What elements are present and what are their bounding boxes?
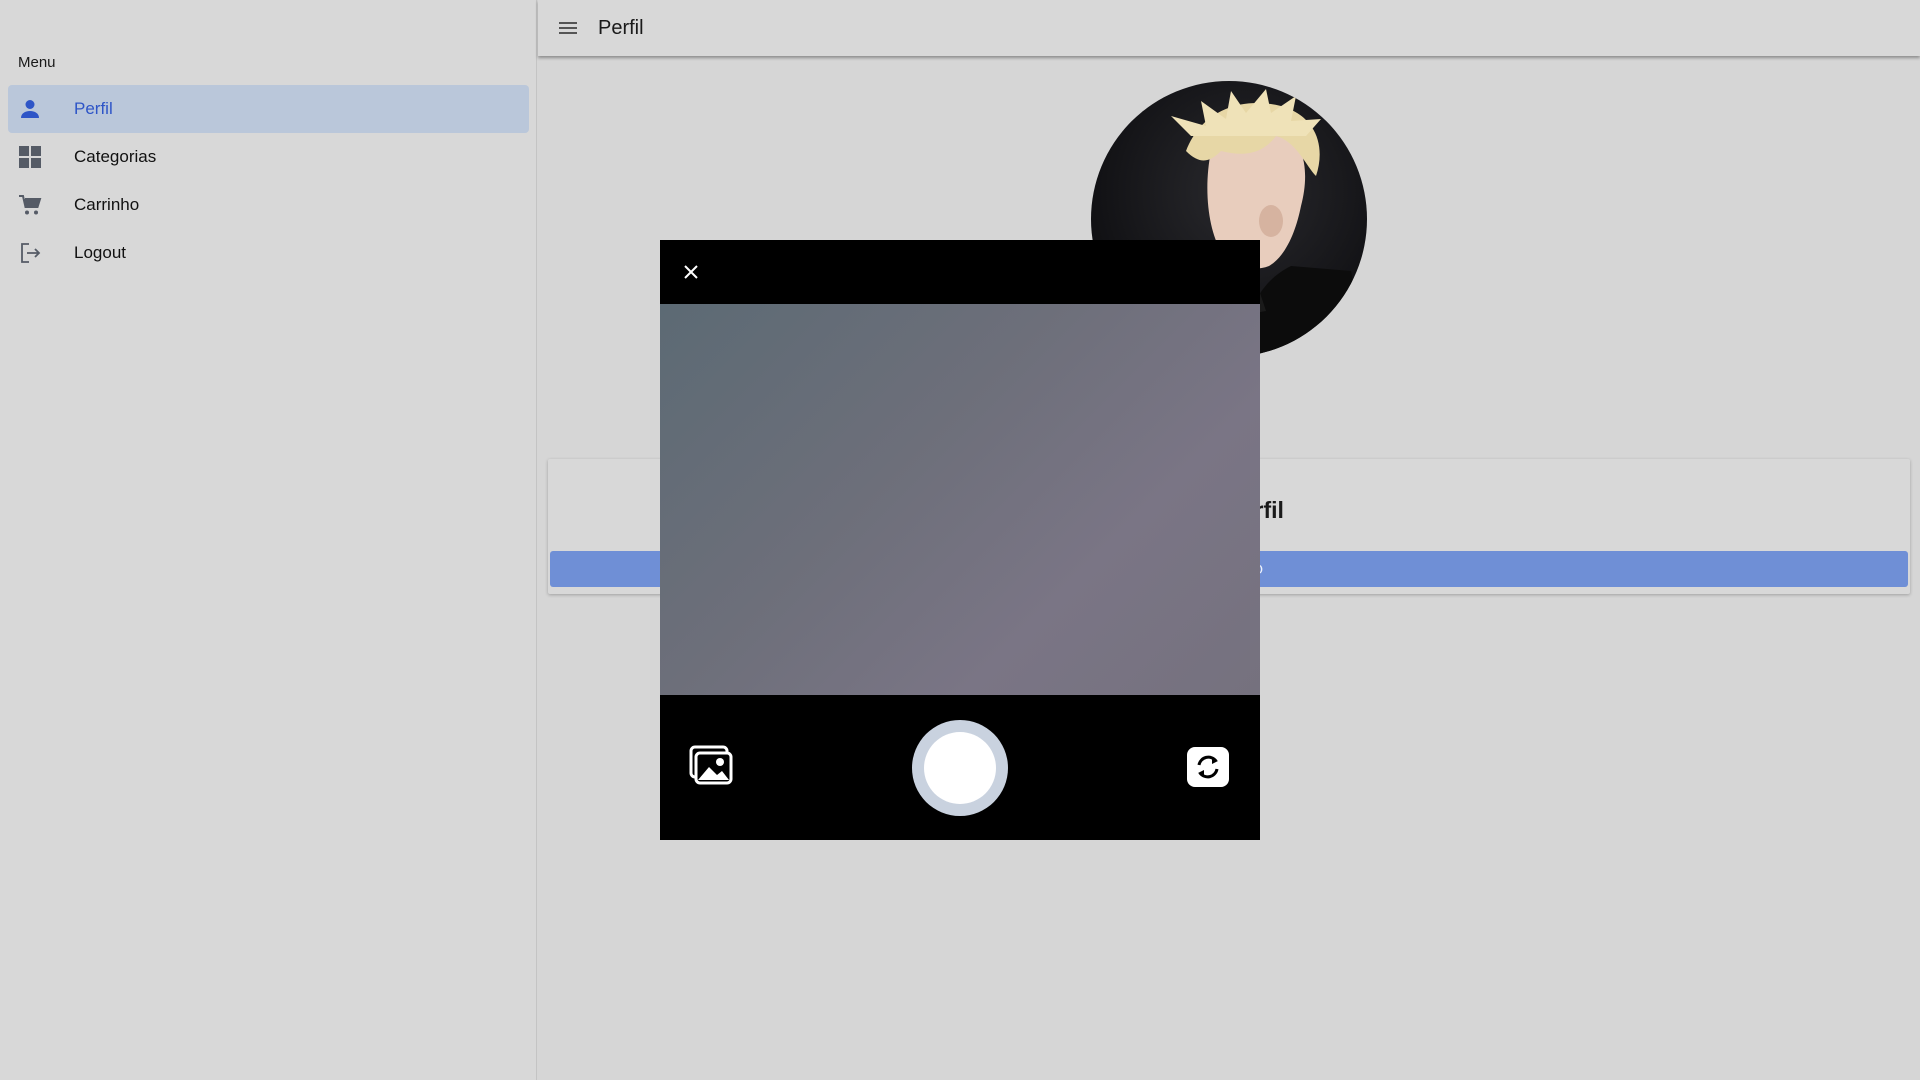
sidebar-item-label: Categorias xyxy=(74,147,157,166)
sidebar: Menu Perfil Categorias Carrinho Logout xyxy=(0,0,537,1080)
page-title: Perfil xyxy=(598,17,644,39)
close-icon[interactable] xyxy=(676,257,706,287)
grid-icon xyxy=(18,145,42,169)
sidebar-item-carrinho[interactable]: Carrinho xyxy=(8,181,529,229)
logout-icon xyxy=(18,241,42,265)
sidebar-item-logout[interactable]: Logout xyxy=(8,229,529,277)
cart-icon xyxy=(18,193,42,217)
flip-camera-icon[interactable] xyxy=(1187,747,1229,787)
camera-modal xyxy=(660,240,1260,840)
sidebar-item-perfil[interactable]: Perfil xyxy=(8,85,529,133)
camera-preview xyxy=(660,304,1260,695)
sidebar-item-label: Logout xyxy=(74,243,126,262)
app-header: Perfil xyxy=(538,0,1920,56)
shutter-inner xyxy=(924,732,996,804)
menu-list: Perfil Categorias Carrinho Logout xyxy=(8,85,529,277)
sidebar-item-label: Perfil xyxy=(74,99,113,118)
menu-title: Menu xyxy=(18,54,56,71)
sidebar-item-categorias[interactable]: Categorias xyxy=(8,133,529,181)
hamburger-icon[interactable] xyxy=(556,16,580,40)
person-icon xyxy=(18,97,42,121)
sidebar-item-label: Carrinho xyxy=(74,195,140,214)
gallery-icon[interactable] xyxy=(689,745,733,785)
shutter-button[interactable] xyxy=(912,720,1008,816)
